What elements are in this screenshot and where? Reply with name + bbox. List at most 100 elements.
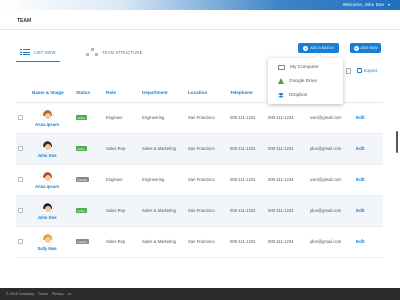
add-batch-dropdown: My Computer Google Drive Dropbox	[268, 58, 343, 104]
edit-link[interactable]: Edit	[356, 239, 365, 244]
action-cell: Edit	[354, 133, 383, 165]
email-cell: jdoe@gmail.com	[308, 226, 354, 258]
role-cell: Engineer	[104, 102, 140, 134]
name-cell: John Doe	[30, 133, 74, 165]
row-checkbox[interactable]	[18, 207, 23, 213]
column-header-role[interactable]: Role	[104, 84, 140, 103]
department-cell: Sales & Marketing	[140, 133, 186, 165]
status-cell: Active	[74, 133, 104, 165]
row-checkbox[interactable]	[18, 238, 23, 244]
dropdown-item-label: My Computer	[290, 64, 319, 70]
column-header-location[interactable]: Location	[186, 84, 228, 103]
avatar	[41, 170, 53, 183]
column-header-status[interactable]: Status	[74, 84, 104, 103]
edit-link[interactable]: Edit	[356, 208, 365, 213]
column-header-department[interactable]: Department	[140, 84, 186, 103]
dropdown-item-dropbox[interactable]: Dropbox	[278, 90, 307, 100]
row-select-cell	[16, 195, 30, 227]
dropdown-item-my-computer[interactable]: My Computer	[278, 62, 319, 72]
person-name[interactable]: Anna Ipsum	[35, 122, 59, 127]
table-row[interactable]: John Doe Active Sales Rep Sales & Marketing…	[16, 133, 383, 165]
telephone-cell: 000-111-1234	[228, 226, 266, 258]
person-name[interactable]: Sally Mae	[37, 246, 56, 251]
telephone-2-cell: 000-111-1234	[266, 226, 308, 258]
tab-list-view[interactable]: LIST VIEW	[16, 44, 60, 62]
dropbox-icon	[278, 92, 284, 98]
more-links[interactable]: •••	[68, 292, 72, 296]
table-row[interactable]: Anna Ipsum Active Engineer Engineering San F…	[16, 102, 383, 134]
add-batch-button[interactable]: + ADD A BATCH	[298, 43, 339, 53]
column-header-telephone[interactable]: Telephone	[228, 84, 266, 103]
dropdown-item-label: Dropbox	[289, 92, 308, 98]
email-cell: jdoe@gmail.com	[308, 195, 354, 227]
status-badge: Inactive	[76, 177, 89, 183]
status-badge: Active	[76, 115, 87, 121]
select-column-header	[16, 84, 30, 103]
privacy-link[interactable]: Privacy	[52, 292, 64, 296]
department-cell: Engineering	[140, 102, 186, 134]
tab-team-structure[interactable]: TEAM STRUCTURE	[86, 44, 143, 60]
dropdown-item-label: Google Drive	[289, 78, 317, 84]
name-cell: Sally Mae	[30, 226, 74, 258]
export-icon	[357, 68, 362, 73]
person-name[interactable]: Anna Ipsum	[35, 184, 59, 189]
person-name[interactable]: John Doe	[37, 215, 56, 220]
scrollbar[interactable]	[396, 131, 398, 153]
export-label: Export	[364, 68, 378, 73]
status-cell: Inactive	[74, 226, 104, 258]
row-select-cell	[16, 133, 30, 165]
page-header: TEAM	[0, 10, 400, 30]
edit-link[interactable]: Edit	[356, 146, 365, 151]
role-cell: Engineer	[104, 164, 140, 196]
copyright: © 2016 Company	[6, 291, 35, 296]
add-new-button[interactable]: + ADD NEW	[350, 43, 381, 53]
row-select-cell	[16, 164, 30, 196]
computer-icon	[278, 64, 285, 70]
plus-icon: +	[303, 45, 309, 51]
location-cell: San Francisco	[186, 164, 228, 196]
location-cell: San Francisco	[186, 226, 228, 258]
status-cell: Inactive	[74, 164, 104, 196]
dropdown-item-google-drive[interactable]: Google Drive	[278, 76, 317, 86]
row-select-cell	[16, 226, 30, 258]
table-row[interactable]: Anna Ipsum Inactive Engineer Engineering San…	[16, 164, 383, 196]
role-cell: Sales Rep	[104, 195, 140, 227]
status-badge: Inactive	[76, 239, 89, 245]
status-cell: Active	[74, 195, 104, 227]
role-cell: Sales Rep	[104, 226, 140, 258]
row-checkbox[interactable]	[18, 145, 23, 151]
person-name[interactable]: John Doe	[37, 153, 56, 158]
action-cell: Edit	[354, 226, 383, 258]
status-badge: Active	[76, 208, 87, 214]
avatar	[41, 201, 53, 214]
location-cell: San Francisco	[186, 133, 228, 165]
terms-link[interactable]: Terms	[38, 292, 48, 296]
add-batch-label: ADD A BATCH	[310, 46, 334, 50]
telephone-cell: 000-111-1234	[228, 164, 266, 196]
department-cell: Sales & Marketing	[140, 226, 186, 258]
tab-label: TEAM STRUCTURE	[102, 49, 143, 55]
name-cell: John Doe	[30, 195, 74, 227]
row-checkbox[interactable]	[18, 176, 23, 182]
telephone-2-cell: 000-111-1234	[266, 102, 308, 134]
chevron-down-icon[interactable]: ▾	[388, 2, 390, 7]
trash-icon[interactable]	[346, 68, 351, 74]
edit-link[interactable]: Edit	[356, 177, 365, 182]
column-header-action	[354, 84, 383, 103]
table-row[interactable]: John Doe Active Sales Rep Sales & Marketing…	[16, 195, 383, 227]
org-chart-icon	[86, 48, 98, 56]
department-cell: Sales & Marketing	[140, 195, 186, 227]
add-new-label: ADD NEW	[360, 46, 378, 50]
table-row[interactable]: Sally Mae Inactive Sales Rep Sales & Market…	[16, 226, 383, 258]
tab-label: LIST VIEW	[34, 49, 56, 55]
role-cell: Sales Rep	[104, 133, 140, 165]
name-cell: Anna Ipsum	[30, 102, 74, 134]
column-header-name[interactable]: Name & Image	[30, 84, 74, 103]
footer: © 2016 Company Terms Privacy •••	[0, 288, 400, 300]
email-cell: user@gmail.com	[308, 102, 354, 134]
row-checkbox[interactable]	[18, 114, 23, 120]
welcome-user-menu[interactable]: Welcome, John Doe	[343, 2, 384, 7]
edit-link[interactable]: Edit	[356, 115, 365, 120]
telephone-2-cell: 000-111-1234	[266, 133, 308, 165]
export-button[interactable]: Export	[357, 68, 377, 73]
